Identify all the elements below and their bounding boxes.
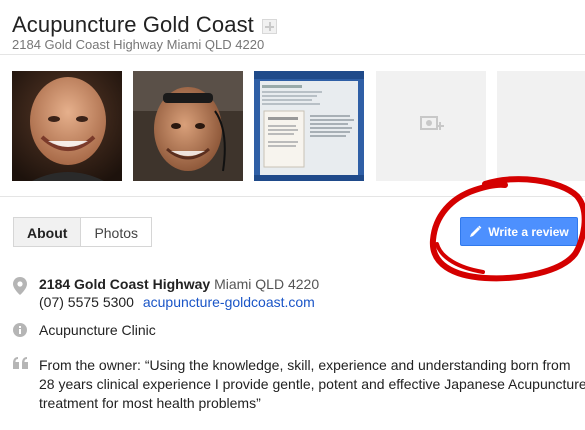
pencil-icon [470,225,482,237]
tab-about[interactable]: About [13,217,81,247]
write-review-label: Write a review [488,224,569,239]
divider [0,196,585,197]
map-pin-icon [13,277,27,295]
add-photo-tile[interactable] [376,71,486,181]
contact-line: (07) 5575 5300 acupuncture-goldcoast.com [39,294,315,310]
business-title: Acupuncture Gold Coast [12,12,254,37]
address-street: 2184 Gold Coast Highway [39,276,211,292]
divider [0,54,585,55]
info-icon [13,323,27,337]
website-link[interactable]: acupuncture-goldcoast.com [143,294,315,310]
owner-description: From the owner: “Using the knowledge, sk… [39,357,585,411]
business-subtitle-address: 2184 Gold Coast Highway Miami QLD 4220 [12,37,265,52]
title-row: Acupuncture Gold Coast [12,12,277,38]
empty-photo-tile [497,71,585,181]
phone-number[interactable]: (07) 5575 5300 [39,294,134,310]
document-image [254,71,364,181]
photo-thumbnail-1[interactable] [12,71,122,181]
portrait-image [133,71,243,181]
photo-thumbnail-3[interactable] [254,71,364,181]
tab-photos[interactable]: Photos [80,217,153,247]
add-photo-icon [420,116,444,130]
tab-bar: About Photos [13,217,153,247]
follow-plus-icon[interactable] [261,18,277,34]
photo-thumbnail-2[interactable] [133,71,243,181]
business-category: Acupuncture Clinic [39,322,156,338]
portrait-image [12,71,122,181]
address-locality: Miami QLD 4220 [214,276,320,292]
quote-icon [13,357,28,369]
address-line: 2184 Gold Coast Highway Miami QLD 4220 [39,276,319,292]
write-review-button[interactable]: Write a review [460,217,578,246]
